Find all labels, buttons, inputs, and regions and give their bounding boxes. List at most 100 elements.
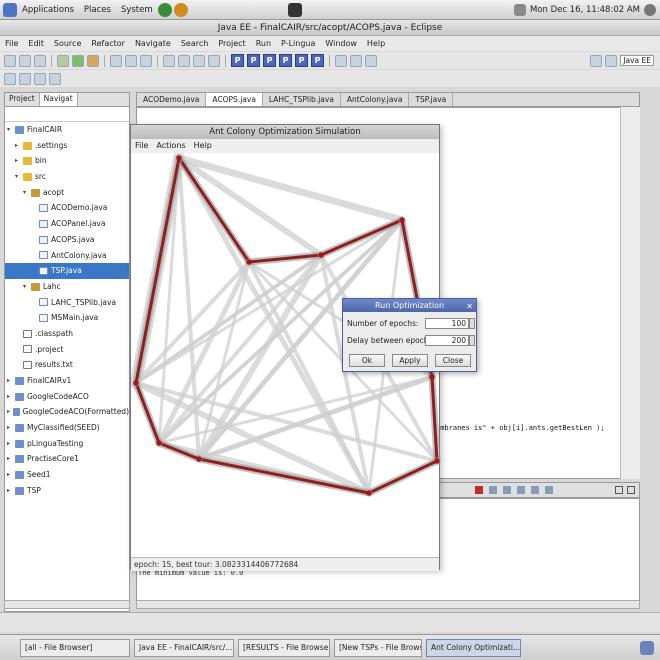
console-hscrollbar[interactable]: [136, 600, 640, 609]
refresh-icon[interactable]: [178, 54, 190, 67]
dialog-titlebar[interactable]: Run Optimization ✕: [343, 299, 476, 312]
menu-plingua[interactable]: P-Lingua: [276, 39, 320, 48]
tree-item[interactable]: ▸ GoogleCodeACO(Formatted): [5, 404, 129, 420]
tree-expander-icon[interactable]: ▸: [7, 420, 15, 436]
tab-acops[interactable]: ACOPS.java: [206, 93, 263, 106]
help-launcher-icon[interactable]: [173, 2, 188, 17]
apply-button[interactable]: Apply: [392, 354, 428, 367]
gnome-foot-icon[interactable]: [3, 2, 17, 17]
tree-expander-icon[interactable]: ▾: [23, 279, 31, 295]
delay-spinner[interactable]: 200: [425, 335, 469, 346]
terminal-launcher-icon[interactable]: [287, 2, 302, 17]
tree-expander-icon[interactable]: ▸: [15, 138, 23, 154]
explorer-hscrollbar[interactable]: [4, 600, 130, 609]
tree-expander-icon[interactable]: ▸: [7, 451, 15, 467]
close-button[interactable]: Close: [435, 354, 471, 367]
editor-overview-ruler[interactable]: [620, 107, 640, 479]
menu-source[interactable]: Source: [49, 39, 86, 48]
tree-item[interactable]: ACODemo.java: [5, 200, 129, 216]
tree-item[interactable]: ▸ .settings: [5, 138, 129, 154]
server-icon[interactable]: [163, 54, 175, 67]
code-line[interactable]: embranes is" + obj[i].ants.getBestLen );: [436, 424, 605, 432]
tree-expander-icon[interactable]: ▾: [15, 169, 23, 185]
tree-item[interactable]: .project: [5, 342, 129, 358]
browser-launcher-icon[interactable]: [157, 2, 172, 17]
close-icon[interactable]: ✕: [466, 300, 473, 313]
aco-titlebar[interactable]: Ant Colony Optimization Simulation: [131, 125, 439, 139]
new-class-icon[interactable]: [110, 54, 122, 67]
places-menu[interactable]: Places: [79, 5, 116, 15]
tab-acodemo[interactable]: ACODemo.java: [137, 93, 207, 106]
tree-item[interactable]: ▸ pLinguaTesting: [5, 436, 129, 452]
menu-project[interactable]: Project: [213, 39, 250, 48]
tree-item[interactable]: AntColony.java: [5, 248, 129, 264]
tree-expander-icon[interactable]: ▾: [23, 185, 31, 201]
maximize-icon[interactable]: [627, 486, 635, 494]
tree-expander-icon[interactable]: ▸: [7, 389, 15, 405]
tree-item[interactable]: ▸ GoogleCodeACO: [5, 389, 129, 405]
menu-file[interactable]: File: [0, 39, 23, 48]
debug-icon[interactable]: [57, 54, 69, 67]
pin-icon[interactable]: [335, 54, 347, 67]
tree-expander-icon[interactable]: ▸: [7, 483, 15, 499]
java-perspective-icon[interactable]: [605, 54, 618, 67]
plingua-p-icon[interactable]: P: [263, 54, 276, 67]
tree-item[interactable]: ▸ Seed1: [5, 467, 129, 483]
tab-tsp[interactable]: TSP.java: [409, 93, 454, 106]
plingua-p-icon[interactable]: P: [311, 54, 324, 67]
tree-item[interactable]: ACOPS.java: [5, 232, 129, 248]
new-icon[interactable]: [4, 54, 16, 67]
minimize-icon[interactable]: [615, 486, 623, 494]
perspective-label[interactable]: Java EE: [620, 55, 654, 66]
epochs-spin-arrows-icon[interactable]: [469, 318, 475, 329]
tree-item[interactable]: ▾ Lahc: [5, 279, 129, 295]
pin-console-icon[interactable]: [531, 486, 539, 494]
tree-expander-icon[interactable]: ▸: [7, 373, 15, 389]
plingua-p-icon[interactable]: P: [231, 54, 244, 67]
tree-item[interactable]: ▸ MyClassified(SEED): [5, 420, 129, 436]
tree-item[interactable]: ▸ FinalCAIRv1: [5, 373, 129, 389]
external-tools-icon[interactable]: [87, 54, 99, 67]
tree-expander-icon[interactable]: ▾: [7, 122, 15, 138]
workspace-switcher-icon[interactable]: [640, 640, 654, 655]
tab-lahc-tsplib[interactable]: LAHC_TSPlib.java: [263, 93, 341, 106]
clear-console-icon[interactable]: [503, 486, 511, 494]
search-icon[interactable]: [140, 54, 152, 67]
plingua-p-icon[interactable]: P: [279, 54, 292, 67]
tree-item[interactable]: ▾ src: [5, 169, 129, 185]
tree-item[interactable]: ▸ bin: [5, 153, 129, 169]
clock[interactable]: Mon Dec 16, 11:48:02 AM: [530, 5, 640, 15]
open-perspective-icon[interactable]: [590, 54, 603, 67]
aco-menu-file[interactable]: File: [131, 139, 152, 153]
tree-item[interactable]: results.txt: [5, 357, 129, 373]
power-icon[interactable]: [644, 3, 656, 16]
menu-run[interactable]: Run: [251, 39, 276, 48]
remove-launch-icon[interactable]: [489, 486, 497, 494]
taskbar-item[interactable]: [RESULTS - File Browser]: [238, 638, 330, 657]
tree-item[interactable]: MSMain.java: [5, 310, 129, 326]
markers-icon[interactable]: [208, 54, 220, 67]
print-icon[interactable]: [34, 54, 46, 67]
tree-item[interactable]: ▸ TSP: [5, 483, 129, 499]
system-menu[interactable]: System: [116, 5, 158, 15]
prev-annotation-icon[interactable]: [19, 72, 31, 85]
taskbar-item-active[interactable]: Ant Colony Optimizati...: [426, 638, 521, 657]
ok-button[interactable]: Ok: [349, 354, 385, 367]
tree-item[interactable]: ▾ acopt: [5, 185, 129, 201]
gear-icon[interactable]: [365, 54, 377, 67]
scroll-lock-icon[interactable]: [517, 486, 525, 494]
applications-menu[interactable]: Applications: [17, 5, 79, 15]
aco-menu-help[interactable]: Help: [190, 139, 216, 153]
tree-item[interactable]: ACOPanel.java: [5, 216, 129, 232]
tree-expander-icon[interactable]: ▸: [7, 436, 15, 452]
tree-item[interactable]: ▸ PractiseCore1: [5, 451, 129, 467]
tree-item[interactable]: .classpath: [5, 326, 129, 342]
aco-menu-actions[interactable]: Actions: [152, 139, 189, 153]
run-icon[interactable]: [72, 54, 84, 67]
terminate-icon[interactable]: [475, 486, 483, 494]
save-icon[interactable]: [19, 54, 31, 67]
menu-refactor[interactable]: Refactor: [86, 39, 130, 48]
menu-navigate[interactable]: Navigate: [130, 39, 176, 48]
tree-item[interactable]: ▾ FinalCAIR: [5, 122, 129, 138]
plingua-p-icon[interactable]: P: [295, 54, 308, 67]
